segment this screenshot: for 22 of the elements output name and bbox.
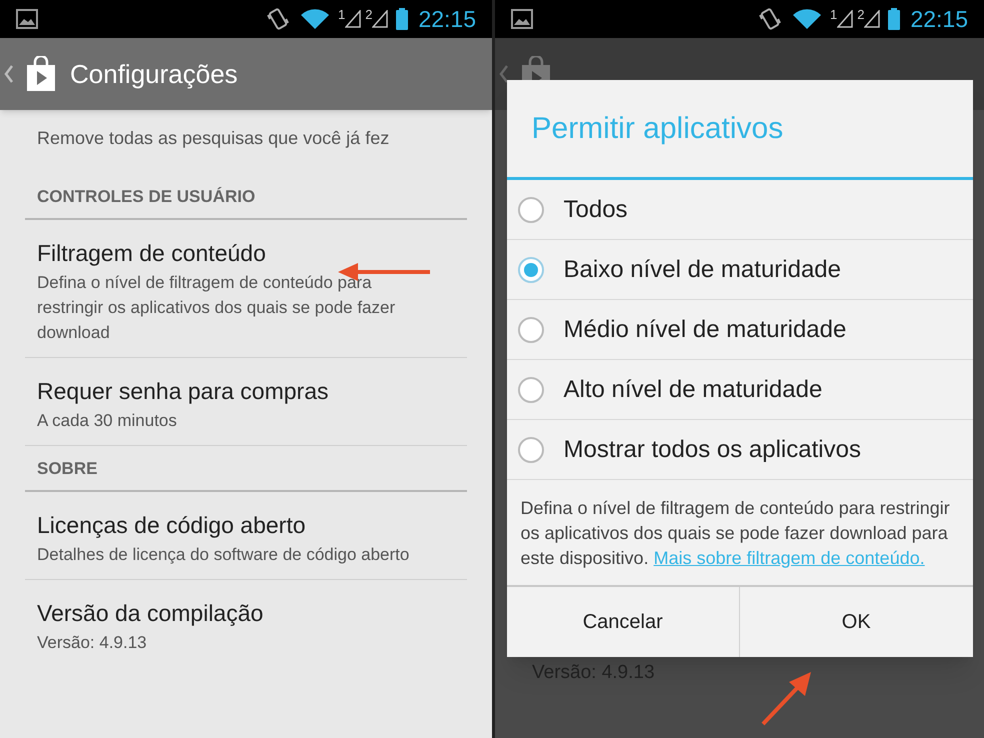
dialog-button[interactable]: Cancelar bbox=[506, 587, 739, 657]
clock-time: 22:15 bbox=[910, 4, 968, 34]
sim-slot-number: 1 bbox=[830, 8, 838, 21]
setting-item[interactable]: Versão da compilação Versão: 4.9.13 bbox=[37, 580, 467, 667]
dialog-title: Permitir aplicativos bbox=[532, 111, 784, 147]
dialog-button[interactable]: OK bbox=[739, 587, 972, 657]
radio-option[interactable]: Alto nível de maturidade bbox=[506, 360, 972, 420]
radio-option[interactable]: Baixo nível de maturidade bbox=[506, 240, 972, 300]
section-header: SOBRE bbox=[37, 459, 98, 478]
sim-slot-number: 2 bbox=[857, 8, 864, 21]
radio-option[interactable]: Mostrar todos os aplicativos bbox=[506, 420, 972, 480]
radio-option[interactable]: Médio nível de maturidade bbox=[506, 300, 972, 360]
setting-item[interactable]: Licenças de código aberto Detalhes de licença do software de código aberto bbox=[25, 492, 467, 580]
dialog-description: Defina o nível de filtragem de conteúdo para restringir os aplicativos dos quais se pode fazer download para este dispositivo. Mais sobre filtragem de conteúdo. bbox=[520, 497, 951, 570]
clock-time: 22:15 bbox=[418, 4, 476, 34]
section-header: CONTROLES DE USUÁRIO bbox=[37, 187, 256, 206]
setting-item[interactable]: Requer senha para compras A cada 30 minutos bbox=[25, 358, 467, 446]
sim-slot-number: 1 bbox=[338, 8, 346, 21]
radio-option[interactable]: Todos bbox=[506, 180, 972, 240]
screen-title: Configurações bbox=[70, 58, 238, 90]
sim-slot-number: 2 bbox=[365, 8, 372, 21]
setting-summary: Remove todas as pesquisas que você já fez bbox=[37, 127, 390, 150]
